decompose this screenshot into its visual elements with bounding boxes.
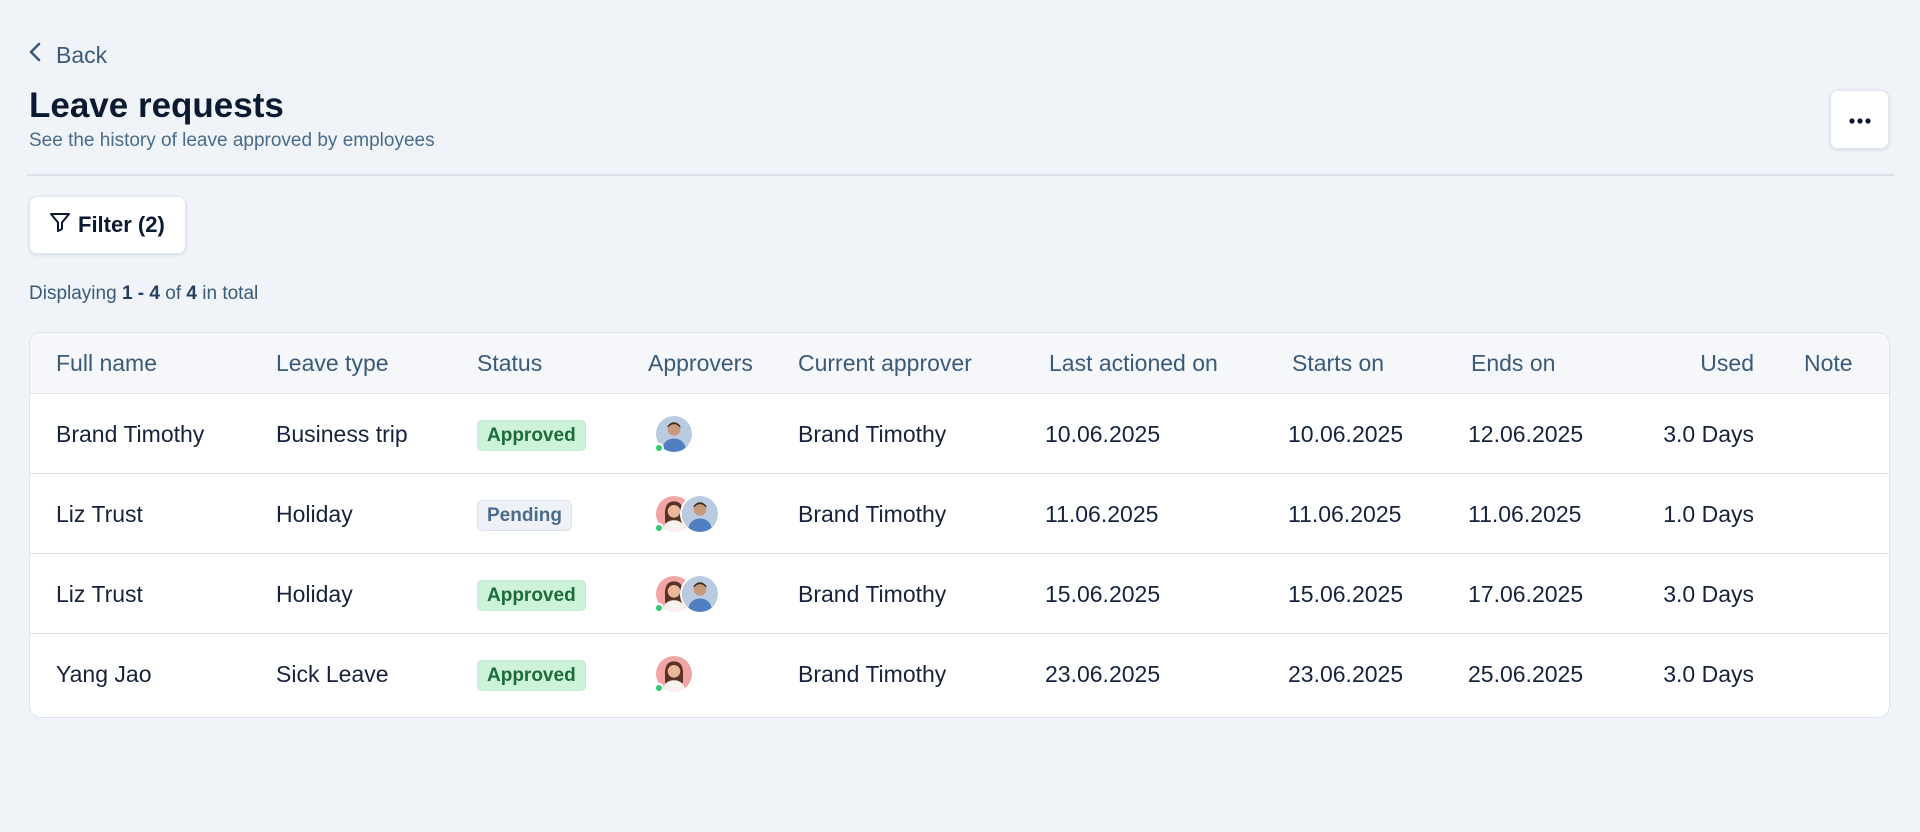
cell-used: 1.0 Days xyxy=(1663,501,1754,527)
header-used[interactable]: Used xyxy=(1700,333,1754,394)
table-row[interactable]: Brand Timothy Business trip Brand Timothy 1… xyxy=(30,394,1889,474)
cell-used: 3.0 Days xyxy=(1663,421,1754,447)
online-status-dot xyxy=(654,603,664,613)
status-badge: Approved xyxy=(477,660,586,691)
status-badge: Pending xyxy=(477,500,572,531)
more-options-button[interactable] xyxy=(1830,90,1889,149)
page-subtitle: See the history of leave approved by emp… xyxy=(29,130,435,151)
cell-leave-type: Holiday xyxy=(276,581,353,607)
summary-range: 1 - 4 xyxy=(121,283,160,304)
cell-starts-on: 10.06.2025 xyxy=(1288,421,1404,447)
cell-ends-on: 11.06.2025 xyxy=(1468,501,1582,527)
online-status-dot xyxy=(654,443,664,453)
summary-prefix: Displaying xyxy=(29,283,117,304)
back-link[interactable]: Back xyxy=(28,41,107,69)
cell-last-actioned-on: 23.06.2025 xyxy=(1045,661,1161,687)
cell-used: 3.0 Days xyxy=(1663,661,1754,687)
summary-suffix: in total xyxy=(202,283,259,304)
cell-full-name: Liz Trust xyxy=(56,581,143,607)
cell-last-actioned-on: 15.06.2025 xyxy=(1045,581,1161,607)
cell-starts-on: 15.06.2025 xyxy=(1288,581,1404,607)
cell-full-name: Brand Timothy xyxy=(56,421,205,447)
header-status[interactable]: Status xyxy=(477,333,542,394)
table-header: Full name Leave type Status Approvers Cu… xyxy=(30,333,1889,394)
header-starts-on[interactable]: Starts on xyxy=(1292,333,1384,394)
cell-ends-on: 25.06.2025 xyxy=(1468,661,1584,687)
man-avatar[interactable] xyxy=(680,574,720,614)
cell-starts-on: 23.06.2025 xyxy=(1288,661,1404,687)
cell-current-approver: Brand Timothy xyxy=(798,661,947,687)
summary-total: 4 xyxy=(186,283,197,304)
leave-requests-table: Full name Leave type Status Approvers Cu… xyxy=(29,332,1890,718)
back-label: Back xyxy=(56,41,108,68)
table-row[interactable]: Yang Jao Sick Leave Brand Timothy 23.06.202… xyxy=(30,634,1889,714)
header-current-approver[interactable]: Current approver xyxy=(798,333,972,394)
summary-of: of xyxy=(165,283,182,304)
header-last-actioned-on[interactable]: Last actioned on xyxy=(1049,333,1218,394)
table-body: Brand Timothy Business trip Brand Timothy 1… xyxy=(30,394,1889,714)
filter-label: Filter (2) xyxy=(78,212,165,237)
cell-full-name: Yang Jao xyxy=(56,661,152,687)
cell-full-name: Liz Trust xyxy=(56,501,143,527)
header-ends-on[interactable]: Ends on xyxy=(1471,333,1555,394)
header-divider xyxy=(27,174,1894,176)
online-status-dot xyxy=(654,523,664,533)
results-summary: Displaying 1 - 4 of 4 in total xyxy=(29,283,258,305)
header-full-name[interactable]: Full name xyxy=(56,333,157,394)
table-row[interactable]: Liz Trust Holiday Brand Timothy 11.06.2025 1… xyxy=(30,474,1889,554)
cell-leave-type: Business trip xyxy=(276,421,408,447)
status-badge: Approved xyxy=(477,580,586,611)
page-title: Leave requests xyxy=(29,86,284,125)
cell-ends-on: 12.06.2025 xyxy=(1468,421,1584,447)
cell-used: 3.0 Days xyxy=(1663,581,1754,607)
cell-last-actioned-on: 10.06.2025 xyxy=(1045,421,1161,447)
more-horizontal-icon xyxy=(1848,111,1871,129)
status-badge: Approved xyxy=(477,420,586,451)
cell-current-approver: Brand Timothy xyxy=(798,501,947,527)
filter-funnel-icon xyxy=(48,210,72,240)
header-note[interactable]: Note xyxy=(1804,333,1853,394)
filter-button[interactable]: Filter (2) xyxy=(29,196,186,254)
cell-leave-type: Holiday xyxy=(276,501,353,527)
table-row[interactable]: Liz Trust Holiday Brand Timothy 15.06.2025 1… xyxy=(30,554,1889,634)
cell-last-actioned-on: 11.06.2025 xyxy=(1045,501,1159,527)
cell-starts-on: 11.06.2025 xyxy=(1288,501,1402,527)
online-status-dot xyxy=(654,683,664,693)
cell-current-approver: Brand Timothy xyxy=(798,581,947,607)
header-approvers[interactable]: Approvers xyxy=(648,333,753,394)
cell-ends-on: 17.06.2025 xyxy=(1468,581,1584,607)
chevron-left-icon xyxy=(28,41,42,69)
cell-current-approver: Brand Timothy xyxy=(798,421,947,447)
header-leave-type[interactable]: Leave type xyxy=(276,333,389,394)
man-avatar[interactable] xyxy=(680,494,720,534)
cell-leave-type: Sick Leave xyxy=(276,661,389,687)
